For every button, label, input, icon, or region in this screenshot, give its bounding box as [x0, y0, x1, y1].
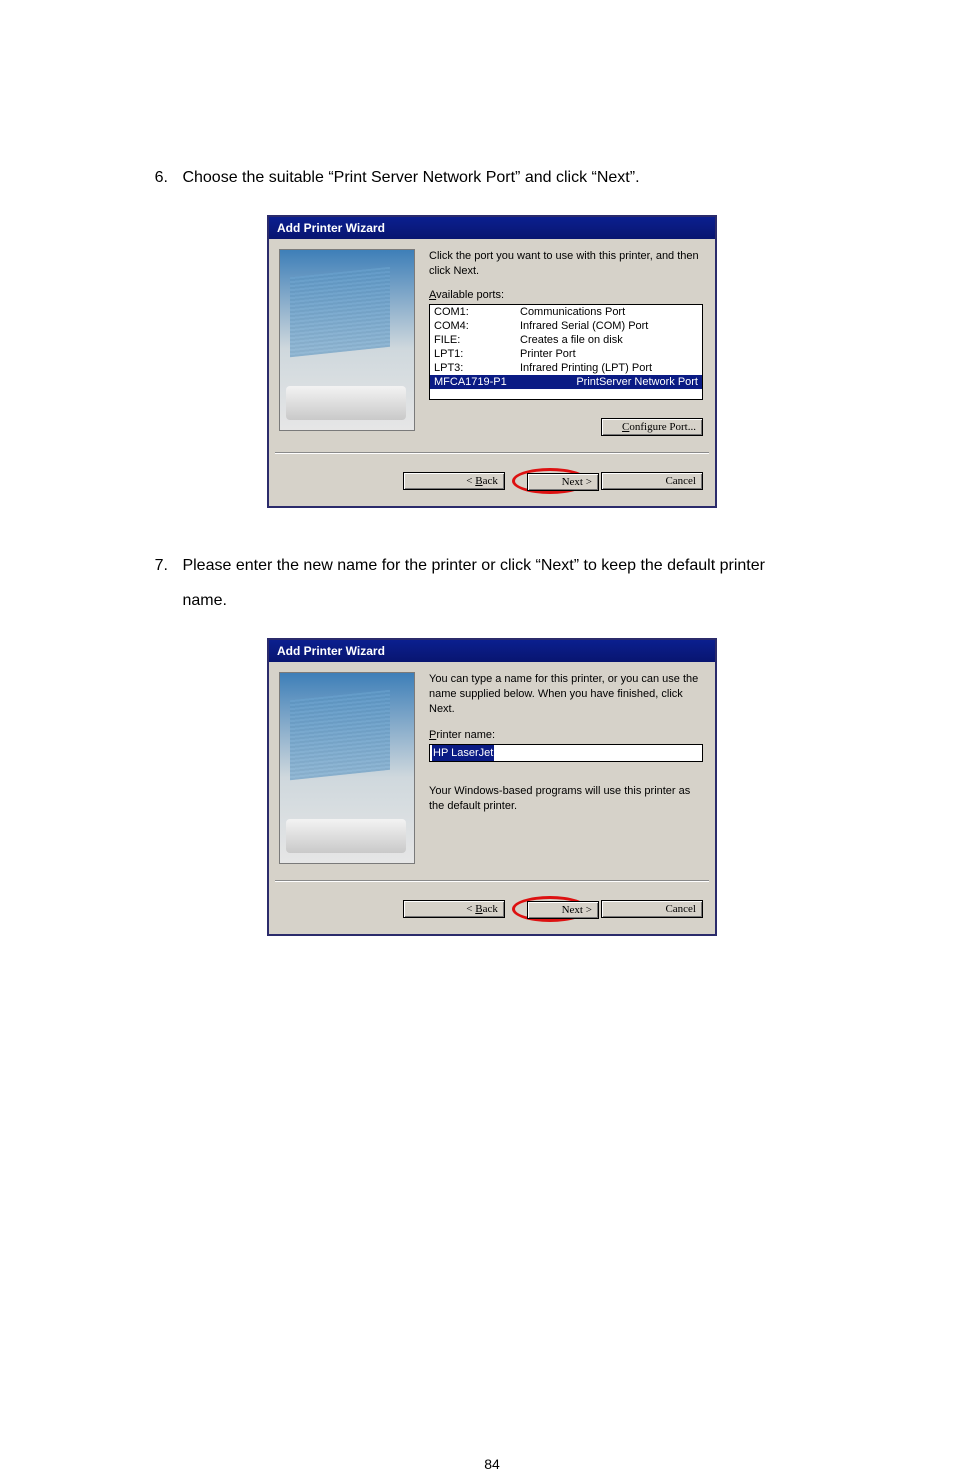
next-button-highlight: Next >: [512, 468, 588, 494]
wizard-side-image: [279, 672, 415, 864]
step-6-number: 6.: [140, 160, 168, 195]
back-button[interactable]: < Back: [403, 900, 505, 918]
step-7-text: Please enter the new name for the printe…: [182, 548, 812, 618]
next-button[interactable]: Next >: [527, 473, 599, 491]
port-row[interactable]: COM1:Communications Port: [430, 305, 702, 319]
cancel-button[interactable]: Cancel: [601, 900, 703, 918]
port-row-selected[interactable]: MFCA1719-P1PrintServer Network Port: [430, 375, 702, 389]
port-row[interactable]: LPT1:Printer Port: [430, 347, 702, 361]
port-row[interactable]: LPT3:Infrared Printing (LPT) Port: [430, 361, 702, 375]
port-row[interactable]: COM4:Infrared Serial (COM) Port: [430, 319, 702, 333]
available-ports-label: Available ports:: [429, 289, 703, 301]
page-number: 84: [140, 1456, 844, 1472]
default-printer-note: Your Windows-based programs will use thi…: [429, 784, 703, 814]
add-printer-wizard-dialog-name: Add Printer Wizard You can type a name f…: [267, 638, 717, 936]
configure-port-button[interactable]: Configure Port...: [601, 418, 703, 436]
cancel-button[interactable]: Cancel: [601, 472, 703, 490]
instruction-text: You can type a name for this printer, or…: [429, 672, 703, 717]
printer-name-label: Printer name:: [429, 729, 703, 741]
wizard-side-image: [279, 249, 415, 431]
dialog-title: Add Printer Wizard: [269, 640, 715, 662]
next-button-highlight: Next >: [512, 896, 588, 922]
step-6: 6. Choose the suitable “Print Server Net…: [140, 160, 844, 195]
step-6-text: Choose the suitable “Print Server Networ…: [182, 160, 812, 195]
back-button[interactable]: < Back: [403, 472, 505, 490]
available-ports-listbox[interactable]: COM1:Communications Port COM4:Infrared S…: [429, 304, 703, 400]
port-row[interactable]: FILE:Creates a file on disk: [430, 333, 702, 347]
add-printer-wizard-dialog-ports: Add Printer Wizard Click the port you wa…: [267, 215, 717, 508]
next-button[interactable]: Next >: [527, 901, 599, 919]
instruction-text: Click the port you want to use with this…: [429, 249, 703, 279]
printer-name-input[interactable]: HP LaserJet: [429, 744, 703, 762]
step-7-number: 7.: [140, 548, 168, 583]
step-7: 7. Please enter the new name for the pri…: [140, 548, 844, 618]
dialog-title: Add Printer Wizard: [269, 217, 715, 239]
